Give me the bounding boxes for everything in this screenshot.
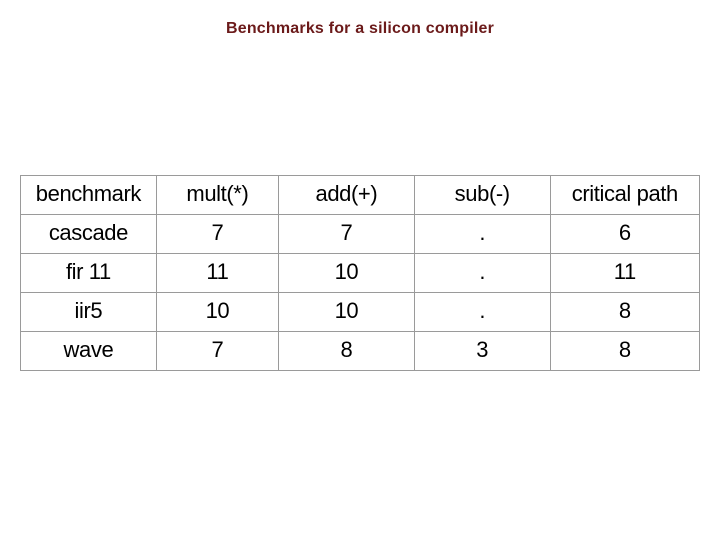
cell-critpath: 8 <box>550 332 699 371</box>
cell-add: 10 <box>279 254 415 293</box>
table-header-row: benchmark mult(*) add(+) sub(-) critical… <box>21 176 700 215</box>
benchmarks-table: benchmark mult(*) add(+) sub(-) critical… <box>20 175 700 371</box>
cell-add: 7 <box>279 215 415 254</box>
col-header-mult: mult(*) <box>156 176 278 215</box>
cell-critpath: 6 <box>550 215 699 254</box>
table-row: fir 11 11 10 . 11 <box>21 254 700 293</box>
col-header-add: add(+) <box>279 176 415 215</box>
cell-benchmark: fir 11 <box>21 254 157 293</box>
col-header-sub: sub(-) <box>414 176 550 215</box>
cell-sub: . <box>414 215 550 254</box>
cell-mult: 10 <box>156 293 278 332</box>
col-header-benchmark: benchmark <box>21 176 157 215</box>
page-title: Benchmarks for a silicon compiler <box>0 20 720 38</box>
cell-benchmark: cascade <box>21 215 157 254</box>
cell-critpath: 8 <box>550 293 699 332</box>
benchmarks-table-wrap: benchmark mult(*) add(+) sub(-) critical… <box>20 175 700 371</box>
table-row: iir5 10 10 . 8 <box>21 293 700 332</box>
cell-add: 8 <box>279 332 415 371</box>
cell-benchmark: wave <box>21 332 157 371</box>
col-header-critpath: critical path <box>550 176 699 215</box>
cell-benchmark: iir5 <box>21 293 157 332</box>
cell-sub: 3 <box>414 332 550 371</box>
table-row: wave 7 8 3 8 <box>21 332 700 371</box>
cell-add: 10 <box>279 293 415 332</box>
cell-mult: 7 <box>156 332 278 371</box>
cell-mult: 7 <box>156 215 278 254</box>
cell-sub: . <box>414 254 550 293</box>
cell-mult: 11 <box>156 254 278 293</box>
cell-sub: . <box>414 293 550 332</box>
table-row: cascade 7 7 . 6 <box>21 215 700 254</box>
cell-critpath: 11 <box>550 254 699 293</box>
slide: Benchmarks for a silicon compiler benchm… <box>0 0 720 540</box>
